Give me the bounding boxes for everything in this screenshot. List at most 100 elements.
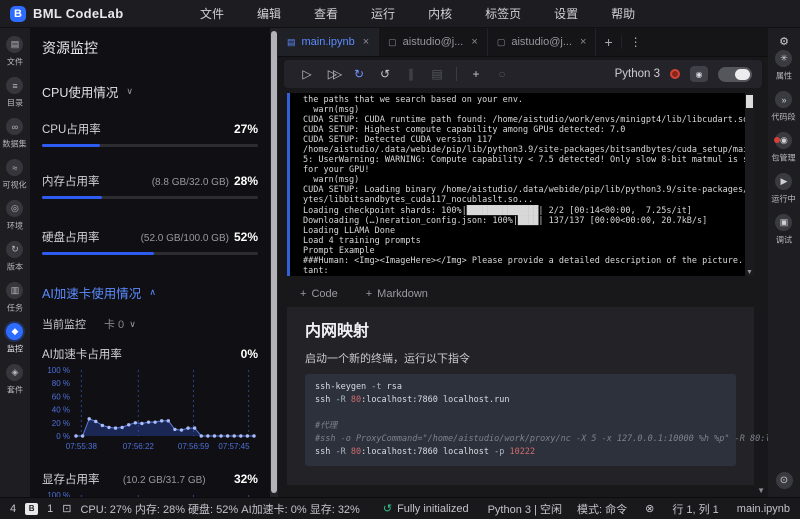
menu-item-7[interactable]: 帮助 <box>611 5 635 22</box>
dataset-icon: ∞ <box>6 118 24 135</box>
sidebar-item-label: 数据集 <box>2 139 28 149</box>
panel-scrollbar-thumb[interactable] <box>271 31 277 493</box>
refresh-button[interactable]: ↺ <box>372 67 398 81</box>
cursor-position[interactable]: 行 1, 列 1 <box>672 501 718 517</box>
tab-2[interactable]: ▢ aistudio@j... × <box>488 28 597 56</box>
code-token: 80 <box>345 395 362 405</box>
menu-item-0[interactable]: 文件 <box>200 5 224 22</box>
vram-usage-row: 显存占用率 (10.2 GB/31.7 GB) 32% <box>42 471 258 487</box>
menu-item-3[interactable]: 运行 <box>371 5 395 22</box>
menu-item-2[interactable]: 查看 <box>314 5 338 22</box>
kernel-name[interactable]: Python 3 <box>615 68 660 80</box>
kernel-mode-icon[interactable]: ◉ <box>690 66 708 82</box>
tab-label: aistudio@j... <box>402 36 464 48</box>
panel-scrollbar[interactable] <box>270 28 278 497</box>
activity-icon[interactable]: ⊡ <box>62 502 71 515</box>
code-token: 80 <box>345 447 362 457</box>
kernel-busy-indicator <box>670 69 680 79</box>
add-markdown-button[interactable]: + Markdown <box>366 288 428 300</box>
right-rail-item-2[interactable]: ◉ 包管理 <box>770 132 797 164</box>
outline-icon: ≡ <box>6 77 24 94</box>
add-code-button[interactable]: + Code <box>300 288 338 300</box>
markdown-cell[interactable]: 内网映射 启动一个新的终端，运行以下指令 ssh-keygen -t rsa ss… <box>287 307 800 485</box>
save-button[interactable]: ▤ <box>424 67 450 81</box>
panel-title: 资源监控 <box>42 40 98 56</box>
right-rail-item-0[interactable]: ✳ 属性 <box>770 50 797 82</box>
kernel-badge-icon[interactable]: B <box>25 502 39 515</box>
menu-item-4[interactable]: 内核 <box>428 5 452 22</box>
add-cell-button[interactable]: + <box>463 67 489 81</box>
sidebar-item-5[interactable]: ↻ 版本 <box>6 241 24 273</box>
editor-mode[interactable]: 模式: 命令 <box>577 501 627 517</box>
tab-close-icon[interactable]: × <box>363 36 369 48</box>
current-monitor-label: 当前监控 <box>42 319 86 331</box>
sidebar-item-8[interactable]: ◈ 套件 <box>6 364 24 396</box>
search-icon[interactable]: ⊙ <box>775 472 793 489</box>
menu-item-5[interactable]: 标签页 <box>485 5 521 22</box>
tab-1[interactable]: ▢ aistudio@j... × <box>379 28 488 56</box>
init-status-label: Fully initialized <box>397 502 469 515</box>
cpu-section-header[interactable]: CPU使用情况 ∨ <box>42 82 258 101</box>
interrupt-button[interactable]: ∥ <box>398 67 424 81</box>
gauge-fill <box>42 252 155 255</box>
code-line: #代理 <box>315 420 726 433</box>
ai-card-section-header[interactable]: AI加速卡使用情况 ∧ <box>42 283 258 302</box>
scroll-down-icon[interactable]: ▼ <box>745 269 754 276</box>
output-line: Prompt Example <box>303 245 375 256</box>
simple-mode-toggle[interactable] <box>718 66 752 82</box>
tab-more-menu-button[interactable]: ⋮ <box>620 35 650 49</box>
right-rail-item-1[interactable]: » 代码段 <box>770 91 797 123</box>
output-line: ytes/libbitsandbytes_cuda117_nocublaslt.… <box>303 195 534 206</box>
kernel-status[interactable]: Python 3 | 空闲 <box>488 501 562 517</box>
markdown-code-block: ssh-keygen -t rsa ssh -R 80:localhost:786… <box>305 374 800 466</box>
sidebar-item-label: 可视化 <box>2 180 28 190</box>
menu-item-1[interactable]: 编辑 <box>257 5 281 22</box>
sidebar-item-label: 目录 <box>6 98 24 108</box>
right-rail-item-3[interactable]: ▶ 运行中 <box>770 173 797 205</box>
toggle-knob <box>735 68 750 80</box>
svg-text:07:56:22: 07:56:22 <box>123 442 155 451</box>
code-token: -R <box>330 447 346 457</box>
notebook-content: the paths that we search based on your e… <box>278 91 800 497</box>
output-scrollbar-thumb[interactable] <box>746 95 753 108</box>
debug-icon: ▣ <box>775 214 793 231</box>
code-token: rsa <box>381 382 403 392</box>
new-tab-button[interactable]: + <box>596 34 620 50</box>
code-token: ssh <box>315 395 331 405</box>
plus-icon: + <box>365 288 373 300</box>
output-line: ###Human: <Img><ImageHere></Img> Please … <box>303 255 754 266</box>
settings-gear-icon[interactable]: ⚙ <box>779 35 789 48</box>
sidebar-item-7[interactable]: ◆ 监控 <box>6 323 24 355</box>
sidebar-item-0[interactable]: ▤ 文件 <box>6 36 24 68</box>
card-selector[interactable]: 卡 0 ∨ <box>104 316 136 332</box>
sidebar-item-1[interactable]: ≡ 目录 <box>6 77 24 109</box>
run-all-button[interactable]: ▷▷ <box>320 67 346 81</box>
sidebar-item-label: 版本 <box>6 262 24 272</box>
sidebar-item-6[interactable]: ▥ 任务 <box>6 282 24 314</box>
sidebar-item-2[interactable]: ∞ 数据集 <box>1 118 28 150</box>
terminal-count[interactable]: 4 <box>10 503 16 515</box>
output-line: CUDA SETUP: CUDA runtime path found: /ho… <box>303 115 749 126</box>
run-cell-button[interactable]: ▷ <box>294 67 320 81</box>
output-scrollbar[interactable]: ▼ <box>745 93 754 276</box>
status-bar: 4 B 1 ⊡ CPU: 27% 内存: 28% 硬盘: 52% AI加速卡: … <box>0 497 800 519</box>
menu-bar: B BML CodeLab 文件 编辑 查看 运行 内核 标签页 设置 帮助 <box>0 0 800 28</box>
status-bar-left: 4 B 1 ⊡ CPU: 27% 内存: 28% 硬盘: 52% AI加速卡: … <box>0 501 562 517</box>
gauge-fill <box>42 144 101 147</box>
restart-kernel-button[interactable]: ↻ <box>346 67 372 81</box>
gauge-2: 硬盘占用率 (52.0 GB/100.0 GB) 52% <box>42 229 258 255</box>
gauge-track <box>42 144 258 147</box>
scroll-down-icon[interactable]: ▼ <box>757 486 765 495</box>
init-status: ↺ Fully initialized <box>383 502 469 516</box>
sidebar-item-4[interactable]: ◎ 环境 <box>6 200 24 232</box>
right-rail-item-4[interactable]: ▣ 调试 <box>770 214 797 246</box>
kernel-count[interactable]: 1 <box>47 503 53 515</box>
tab-close-icon[interactable]: × <box>580 36 586 48</box>
menu-item-6[interactable]: 设置 <box>554 5 578 22</box>
tab-close-icon[interactable]: × <box>471 36 477 48</box>
sidebar-item-label: 任务 <box>6 303 24 313</box>
right-rail-item-label: 代码段 <box>771 112 797 122</box>
sidebar-item-3[interactable]: ≈ 可视化 <box>1 159 28 191</box>
interrupt-circle-icon[interactable]: ⊗ <box>645 502 654 515</box>
tab-0[interactable]: ▤ main.ipynb × <box>278 28 380 56</box>
